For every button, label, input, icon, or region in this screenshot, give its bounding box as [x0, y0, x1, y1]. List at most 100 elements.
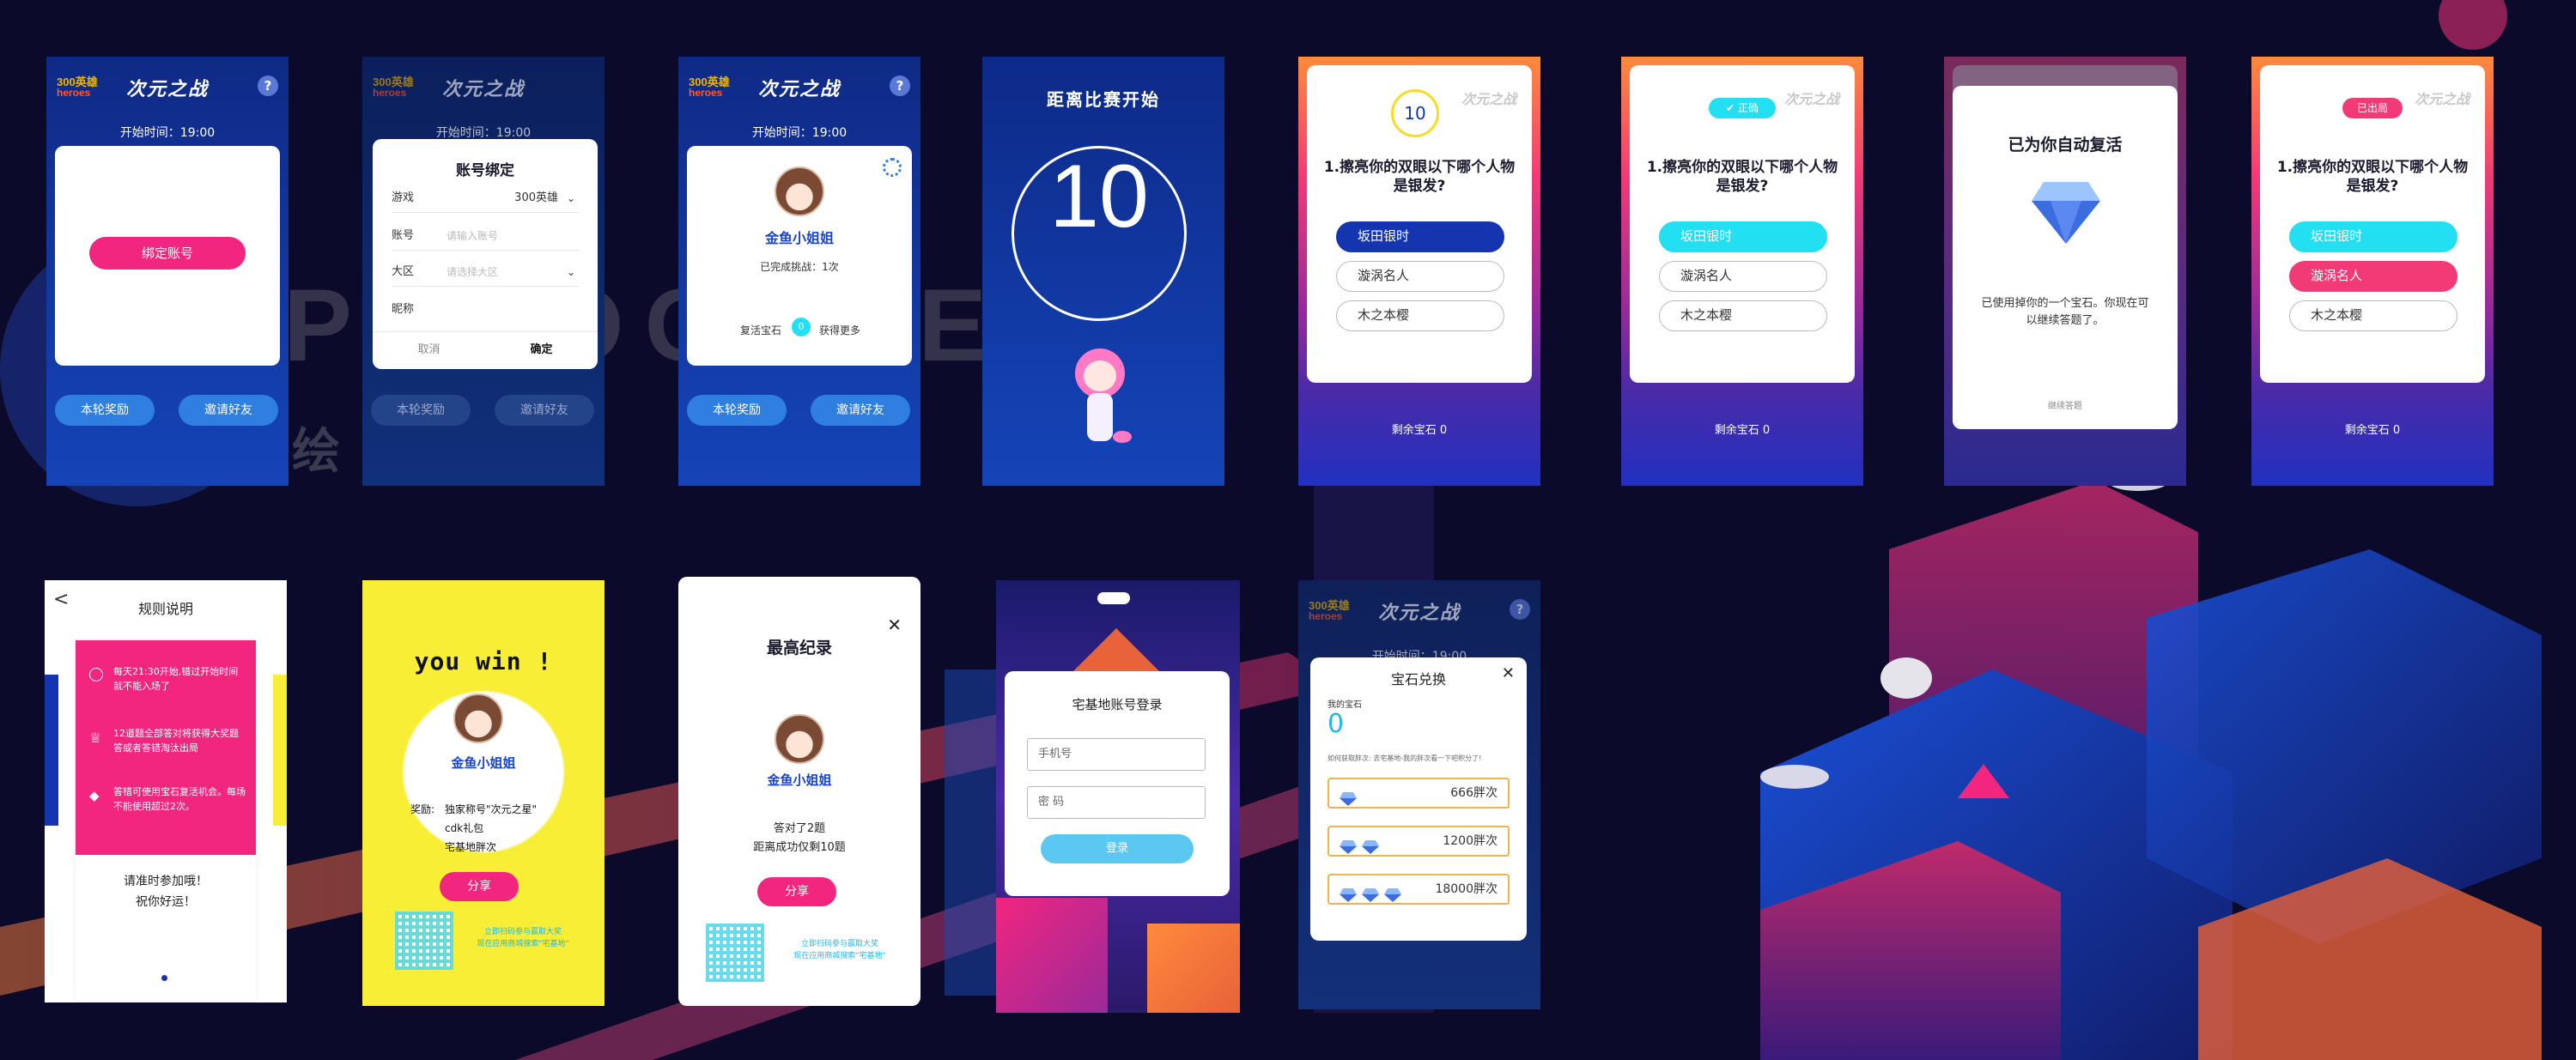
- screen-home-bound: 300英雄 heroes 次元之战 ? 开始时间：19:00 金鱼小姐姐 已完成挑…: [678, 57, 920, 486]
- bind-dialog: 账号绑定 游戏 300英雄 ⌄ 账号 请输入账号 大区 请选择大区 ⌄ 昵称 取消 确定: [373, 139, 598, 369]
- screen-home-unbound: 300英雄 heroes 次元之战 ? 开始时间：19:00 绑定账号 本轮奖励 …: [46, 57, 289, 486]
- share-button[interactable]: 分享: [440, 872, 519, 901]
- screen-question-correct: 次元之战 ✔ 正确 1.擦亮你的双眼以下哪个人物是银发? 坂田银时 漩涡名人 木…: [1621, 57, 1863, 486]
- correct-badge: ✔ 正确: [1709, 98, 1776, 118]
- user-name: 金鱼小姐姐: [451, 755, 516, 771]
- my-gems-label: 我的宝石: [1327, 700, 1362, 710]
- game-select[interactable]: 游戏 300英雄 ⌄: [392, 184, 579, 213]
- revive-gem-label: 复活宝石: [740, 324, 782, 336]
- screen-revived: 已为你自动复活 已使用掉你的一个宝石。你现在可以继续答题了。 继续答题: [1944, 57, 2186, 486]
- screen-countdown: 距离比赛开始 10: [982, 57, 1224, 486]
- region-select[interactable]: 大区 请选择大区 ⌄: [392, 257, 579, 287]
- rule-3: 答错可使用宝石复活机会。每场不能使用超过2次。: [113, 786, 246, 812]
- password-input[interactable]: 密 码: [1027, 786, 1206, 819]
- close-icon[interactable]: ✕: [887, 615, 902, 635]
- rules-card: 每天21:30开始,错过开始时间就不能入场了 ♕ 12道题全部答对将获得大奖题答…: [76, 640, 256, 1001]
- invite-friends-button[interactable]: 邀请好友: [811, 395, 910, 426]
- prev-card-edge: [45, 675, 58, 826]
- help-icon[interactable]: ?: [258, 76, 278, 96]
- help-icon[interactable]: ?: [890, 76, 910, 96]
- round-reward-button[interactable]: 本轮奖励: [687, 395, 787, 426]
- dialog-title: 账号绑定: [456, 162, 514, 179]
- bg-cloud: [1760, 765, 1829, 789]
- exchange-row-3[interactable]: 18000胖次: [1327, 874, 1510, 905]
- option-3[interactable]: 木之本樱: [1659, 300, 1827, 331]
- game-title: 次元之战: [2414, 91, 2470, 107]
- bg-pillar: [945, 669, 996, 996]
- rule-2: 12道题全部答对将获得大奖题答或者答错淘汰出局: [113, 728, 239, 754]
- option-3[interactable]: 木之本樱: [2289, 300, 2458, 331]
- qr-text-2: 现在应用商城搜索"宅基地": [793, 952, 886, 960]
- reward-line-1: 独家称号"次元之星": [445, 803, 538, 815]
- start-time: 开始时间：19:00: [435, 126, 532, 140]
- option-1[interactable]: 坂田银时: [2289, 221, 2458, 252]
- record-title: 最高纪录: [766, 639, 832, 657]
- option-3[interactable]: 木之本樱: [1336, 300, 1504, 331]
- option-1[interactable]: 坂田银时: [1659, 221, 1827, 252]
- exchange-dialog: 宝石兑换 ✕ 我的宝石 0 如何获取胖次: 去宅基地-我的胖次看一下吧积分了! …: [1310, 657, 1527, 941]
- qr-text-1: 立即扫码参与赢取大奖: [483, 928, 562, 936]
- trophy-icon: ♕: [89, 730, 102, 746]
- exchange-row-2[interactable]: 1200胖次: [1327, 826, 1510, 857]
- diamond-icon: [2032, 182, 2100, 244]
- revive-text: 已使用掉你的一个宝石。你现在可以继续答题了。: [1981, 297, 2149, 327]
- exchange-title: 宝石兑换: [1390, 671, 1446, 687]
- get-more-link[interactable]: 获得更多: [819, 323, 860, 337]
- login-title: 宅基地账号登录: [1072, 697, 1163, 712]
- reward-line-2: cdk礼包: [445, 822, 484, 834]
- screen-best-record: ✕ 最高纪录 金鱼小姐姐 答对了2题 距离成功仅剩10题 分享 立即扫码参与赢取…: [678, 577, 920, 1006]
- question-text: 1.擦亮你的双眼以下哪个人物是银发?: [1646, 159, 1838, 195]
- bind-account-button[interactable]: 绑定账号: [89, 237, 246, 270]
- round-reward-button[interactable]: 本轮奖励: [55, 395, 155, 426]
- question-card: 次元之战 ✔ 正确 1.擦亮你的双眼以下哪个人物是银发? 坂田银时 漩涡名人 木…: [1630, 65, 1855, 383]
- game-title: 次元之战: [1783, 91, 1839, 107]
- nickname-field[interactable]: 昵称: [392, 295, 579, 324]
- footer-line2: 祝你好运！: [136, 895, 196, 909]
- timer-ring: 10: [1391, 89, 1439, 137]
- dialog-divider: [373, 331, 598, 332]
- start-time: 开始时间：19:00: [119, 126, 216, 140]
- account-input[interactable]: 账号 请输入账号: [392, 221, 579, 251]
- bg-astronaut: [1880, 657, 1932, 699]
- qr-code: [395, 912, 453, 970]
- game-title: 次元之战: [125, 79, 209, 100]
- invite-friends-button[interactable]: 邀请好友: [495, 395, 594, 426]
- option-2[interactable]: 漩涡名人: [1659, 261, 1827, 292]
- screen-login: 宅基地账号登录 手机号 密 码 登录: [996, 580, 1240, 1013]
- avatar: [775, 714, 824, 764]
- user-name: 金鱼小姐姐: [767, 772, 832, 788]
- check-icon: ✔: [1726, 102, 1738, 114]
- continue-link[interactable]: 继续答题: [1953, 398, 2178, 411]
- share-button[interactable]: 分享: [757, 877, 836, 906]
- phone-input[interactable]: 手机号: [1027, 738, 1206, 771]
- my-gems-value: 0: [1327, 709, 1345, 739]
- login-button[interactable]: 登录: [1041, 834, 1194, 863]
- remaining-gems: 剩余宝石 0: [1714, 424, 1771, 437]
- exchange-row-1[interactable]: 666胖次: [1327, 778, 1510, 809]
- game-title: 次元之战: [441, 79, 525, 100]
- option-1[interactable]: 坂田银时: [1336, 221, 1504, 252]
- option-2[interactable]: 漩涡名人: [1336, 261, 1504, 292]
- round-reward-button[interactable]: 本轮奖励: [371, 395, 471, 426]
- option-2[interactable]: 漩涡名人: [2289, 261, 2458, 292]
- settings-gear-icon[interactable]: [883, 158, 902, 177]
- question-card: 次元之战 10 1.擦亮你的双眼以下哪个人物是银发? 坂田银时 漩涡名人 木之本…: [1307, 65, 1532, 383]
- invite-friends-button[interactable]: 邀请好友: [179, 395, 278, 426]
- countdown-label: 距离比赛开始: [1047, 89, 1160, 110]
- cancel-button[interactable]: 取消: [373, 340, 485, 356]
- main-card: 绑定账号: [55, 146, 280, 366]
- confirm-button[interactable]: 确定: [485, 340, 598, 356]
- qr-code: [706, 924, 764, 982]
- countdown-number: 10: [1049, 147, 1149, 246]
- question-text: 1.擦亮你的双眼以下哪个人物是银发?: [2276, 159, 2469, 195]
- screen-rules: < 规则说明 每天21:30开始,错过开始时间就不能入场了 ♕ 12道题全部答对…: [45, 580, 287, 1002]
- bg-watermark-cn: 绘: [292, 424, 340, 480]
- close-icon[interactable]: ✕: [1502, 664, 1515, 682]
- user-name: 金鱼小姐姐: [764, 230, 834, 246]
- login-dialog: 宅基地账号登录 手机号 密 码 登录: [1005, 671, 1230, 896]
- gem-icon: ◆: [89, 788, 100, 803]
- help-icon[interactable]: ?: [1510, 599, 1530, 620]
- qr-text-1: 立即扫码参与赢取大奖: [800, 940, 878, 948]
- reward-line-3: 宅基地胖次: [445, 841, 497, 853]
- rule-1: 每天21:30开始,错过开始时间就不能入场了: [113, 666, 239, 692]
